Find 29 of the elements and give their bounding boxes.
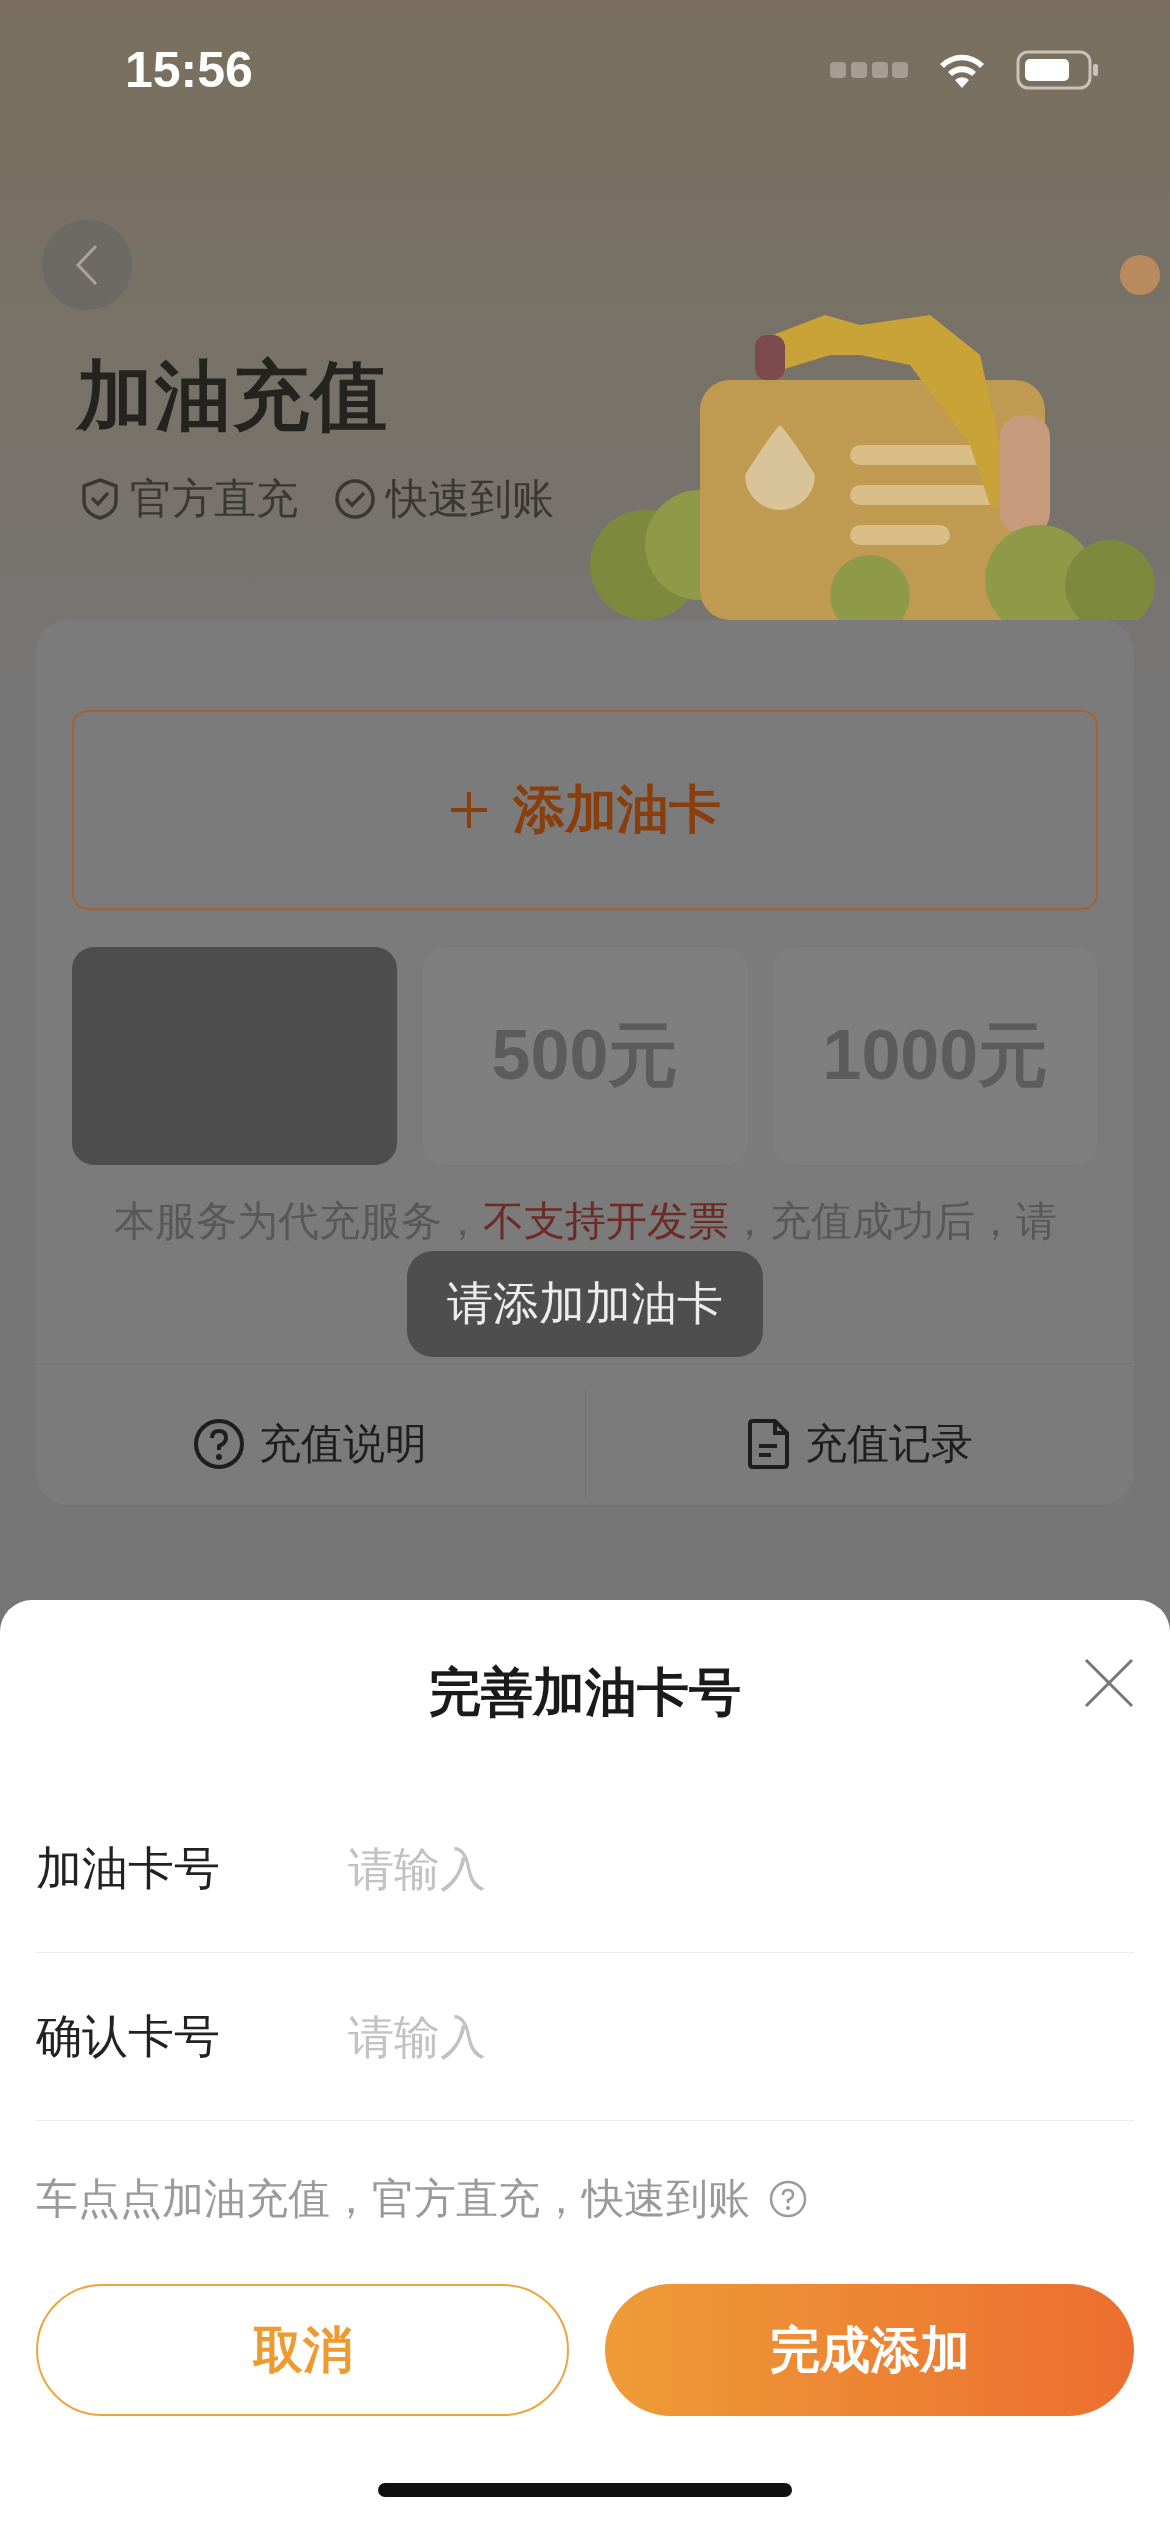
badge-label: 快速到账 (386, 474, 554, 524)
card-number-input[interactable]: 请输入 (348, 1986, 1134, 2087)
battery-icon (1016, 50, 1100, 90)
signal-icon (830, 60, 908, 80)
badge-label: 官方直充 (130, 474, 298, 524)
recharge-records-link[interactable]: 充值记录 (584, 1389, 1134, 1499)
field-label: 确认卡号 (36, 2008, 221, 2064)
back-icon (74, 243, 100, 287)
service-hint: 车点点加油充值，官方直充，快速到账 (36, 2173, 750, 2224)
check-circle-icon (334, 478, 376, 520)
help-icon (193, 1418, 246, 1470)
add-fuel-card-button[interactable]: 添加油卡 (72, 710, 1098, 910)
amount-option[interactable] (72, 947, 398, 1165)
document-icon (746, 1418, 791, 1470)
plus-icon (449, 790, 489, 830)
close-button[interactable] (1084, 1658, 1134, 1708)
recharge-help-link[interactable]: 充值说明 (36, 1389, 585, 1499)
help-icon (768, 2178, 808, 2219)
confirm-add-button[interactable]: 完成添加 (605, 2284, 1134, 2416)
status-time: 15:56 (125, 41, 253, 99)
close-icon (1084, 1658, 1134, 1708)
toast-message: 请添加加油卡 (407, 1251, 763, 1357)
sheet-title: 完善加油卡号 (429, 1661, 741, 1723)
page-title: 加油充值 (77, 352, 390, 440)
card-number-input[interactable]: 请输入 (348, 1818, 1134, 1919)
field-label: 加油卡号 (36, 1840, 221, 1896)
wifi-icon (938, 52, 986, 88)
cancel-button[interactable]: 取消 (36, 2284, 569, 2416)
shield-check-icon (80, 477, 120, 521)
